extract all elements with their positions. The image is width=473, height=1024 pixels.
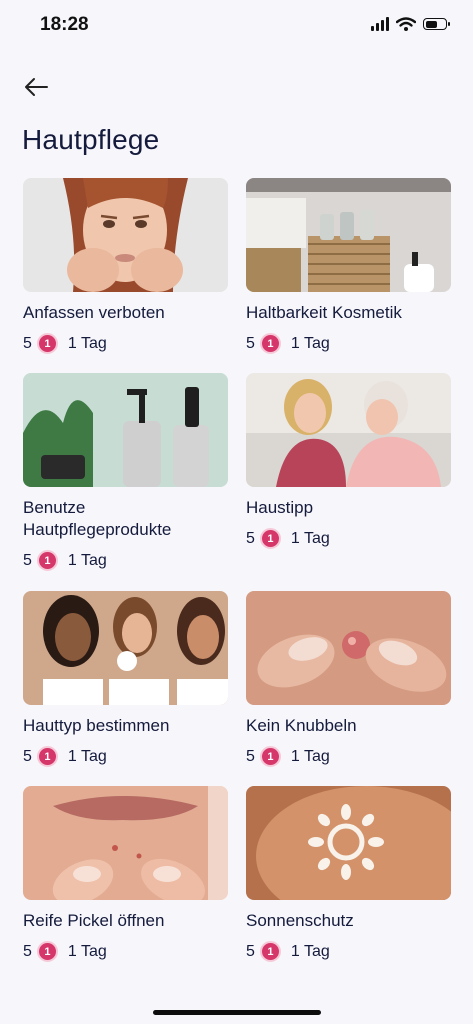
article-card[interactable]: Haltbarkeit Kosmetik 5 1 1 Tag xyxy=(246,178,451,373)
home-indicator[interactable] xyxy=(153,1010,321,1015)
coin-icon: 1 xyxy=(36,550,58,571)
article-meta: 5 1 1 Tag xyxy=(23,746,228,767)
article-card[interactable]: Hauttyp bestimmen 5 1 1 Tag xyxy=(23,591,228,786)
duration-label: 1 Tag xyxy=(290,747,330,765)
coin-icon: 1 xyxy=(259,746,281,767)
article-grid: Anfassen verboten 5 1 1 Tag Haltbarkeit … xyxy=(23,178,451,981)
coin-icon: 1 xyxy=(36,746,58,767)
article-title: Haltbarkeit Kosmetik xyxy=(246,303,402,322)
article-meta: 5 1 1 Tag xyxy=(246,528,451,549)
points-value: 5 xyxy=(246,747,255,765)
article-image xyxy=(246,591,451,705)
article-meta: 5 1 1 Tag xyxy=(246,333,451,354)
signal-icon xyxy=(371,17,389,31)
points-value: 5 xyxy=(23,334,32,352)
points-value: 5 xyxy=(246,529,255,547)
points-value: 5 xyxy=(23,551,32,569)
status-bar: 18:28 xyxy=(0,0,473,52)
article-image xyxy=(246,373,451,487)
duration-label: 1 Tag xyxy=(290,529,330,547)
article-title: Reife Pickel öffnen xyxy=(23,911,165,930)
duration-label: 1 Tag xyxy=(290,334,330,352)
article-title: Anfassen verboten xyxy=(23,303,165,322)
status-time: 18:28 xyxy=(40,14,89,35)
points-value: 5 xyxy=(23,942,32,960)
article-image xyxy=(23,373,228,487)
article-title: Sonnenschutz xyxy=(246,911,354,930)
article-card[interactable]: Reife Pickel öffnen 5 1 1 Tag xyxy=(23,786,228,981)
points-value: 5 xyxy=(246,942,255,960)
coin-icon: 1 xyxy=(259,941,281,962)
article-meta: 5 1 1 Tag xyxy=(246,746,451,767)
battery-icon xyxy=(423,18,450,30)
back-arrow-icon[interactable] xyxy=(22,74,50,100)
article-image xyxy=(23,786,228,900)
duration-label: 1 Tag xyxy=(67,747,107,765)
article-image xyxy=(23,591,228,705)
duration-label: 1 Tag xyxy=(67,334,107,352)
article-title: Hauttyp bestimmen xyxy=(23,716,170,735)
status-icons xyxy=(371,17,450,31)
duration-label: 1 Tag xyxy=(67,551,107,569)
wifi-icon xyxy=(396,17,416,31)
article-card[interactable]: Sonnenschutz 5 1 1 Tag xyxy=(246,786,451,981)
duration-label: 1 Tag xyxy=(67,942,107,960)
coin-icon: 1 xyxy=(36,941,58,962)
article-image xyxy=(246,786,451,900)
article-title: Haustipp xyxy=(246,498,314,517)
coin-icon: 1 xyxy=(36,333,58,354)
article-card[interactable]: Kein Knubbeln 5 1 1 Tag xyxy=(246,591,451,786)
page-title: Hautpflege xyxy=(22,124,160,155)
coin-icon: 1 xyxy=(259,333,281,354)
article-card[interactable]: Anfassen verboten 5 1 1 Tag xyxy=(23,178,228,373)
article-meta: 5 1 1 Tag xyxy=(246,941,451,962)
coin-icon: 1 xyxy=(259,528,281,549)
article-title: Kein Knubbeln xyxy=(246,716,357,735)
article-image xyxy=(246,178,451,292)
article-card[interactable]: Haustipp 5 1 1 Tag xyxy=(246,373,451,591)
article-card[interactable]: Benutze Hautpflegeprodukte 5 1 1 Tag xyxy=(23,373,228,591)
article-title: Benutze Hautpflegeprodukte xyxy=(23,498,172,539)
article-meta: 5 1 1 Tag xyxy=(23,550,228,571)
article-meta: 5 1 1 Tag xyxy=(23,941,228,962)
points-value: 5 xyxy=(23,747,32,765)
points-value: 5 xyxy=(246,334,255,352)
duration-label: 1 Tag xyxy=(290,942,330,960)
article-meta: 5 1 1 Tag xyxy=(23,333,228,354)
article-image xyxy=(23,178,228,292)
